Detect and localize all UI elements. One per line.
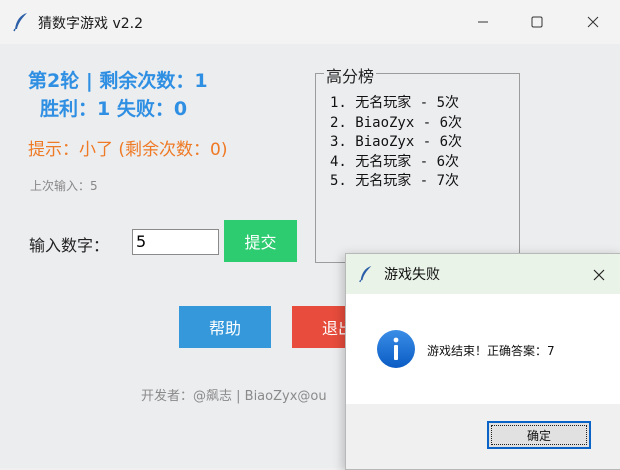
last-input-text: 上次输入：5 [30, 179, 98, 193]
close-icon [587, 16, 599, 28]
number-input-label: 输入数字： [29, 236, 110, 255]
highscore-entry: 5. 无名玩家 - 7次 [330, 173, 460, 189]
dialog-footer: 确定 [346, 404, 620, 469]
developer-footer: 开发者：@飙志 | BiaoZyx@ou [141, 389, 327, 404]
minimize-icon [478, 21, 488, 23]
win-loss-status: 胜利：1 失败：0 [40, 98, 188, 120]
hint-text: 提示：小了 (剩余次数：0) [28, 140, 228, 160]
dialog-title-bar: 游戏失败 [346, 254, 620, 294]
help-button[interactable]: 帮助 [179, 306, 271, 348]
minimize-button[interactable] [460, 0, 506, 44]
highscore-panel: 高分榜 1. 无名玩家 - 5次 2. BiaoZyx - 6次 3. Biao… [315, 63, 520, 263]
close-button[interactable] [570, 0, 616, 44]
maximize-icon [531, 16, 543, 28]
window-title: 猜数字游戏 v2.2 [38, 16, 143, 32]
dialog-close-button[interactable] [584, 260, 614, 290]
info-icon [377, 330, 415, 368]
highscore-entry: 4. 无名玩家 - 6次 [330, 153, 460, 170]
dialog-body: 游戏结束！正确答案：7 [346, 294, 620, 404]
highscore-list: 1. 无名玩家 - 5次 2. BiaoZyx - 6次 3. BiaoZyx … [330, 94, 462, 192]
feather-icon [13, 13, 27, 32]
highscore-entry: 3. BiaoZyx - 6次 [330, 134, 463, 150]
submit-button[interactable]: 提交 [224, 220, 297, 262]
game-over-dialog: 游戏失败 游戏结束！正确答案：7 确定 [345, 253, 620, 470]
title-bar: 猜数字游戏 v2.2 [0, 0, 620, 44]
highscore-title: 高分榜 [324, 63, 377, 87]
round-status: 第2轮 | 剩余次数：1 [28, 70, 208, 92]
feather-icon [359, 266, 372, 283]
close-icon [593, 269, 605, 281]
dialog-title: 游戏失败 [384, 267, 440, 283]
dialog-message: 游戏结束！正确答案：7 [427, 344, 555, 358]
highscore-entry: 1. 无名玩家 - 5次 [330, 95, 460, 111]
maximize-button[interactable] [514, 0, 560, 44]
ok-button[interactable]: 确定 [487, 421, 591, 449]
number-input[interactable]: 5 [132, 229, 219, 255]
highscore-entry: 2. BiaoZyx - 6次 [330, 114, 463, 131]
